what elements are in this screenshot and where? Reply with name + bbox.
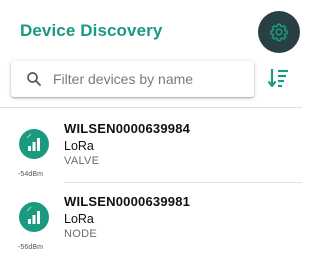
device-list-item[interactable]: -56dBm WILSEN0000639981 LoRa NODE	[0, 188, 302, 258]
sort-descending-icon[interactable]	[266, 66, 290, 90]
device-name: WILSEN0000639984	[64, 121, 191, 136]
signal-strength-label: -56dBm	[18, 244, 44, 251]
device-protocol: LoRa	[64, 212, 94, 226]
device-type: NODE	[64, 228, 97, 240]
signal-strength-icon	[26, 206, 40, 224]
list-divider	[64, 182, 302, 183]
device-list-item[interactable]: -54dBm WILSEN0000639984 LoRa VALVE	[0, 115, 302, 185]
device-avatar	[19, 129, 49, 159]
gear-icon	[270, 23, 288, 42]
settings-button[interactable]	[258, 11, 300, 53]
page-title: Device Discovery	[20, 21, 163, 40]
device-type: VALVE	[64, 155, 100, 167]
signal-strength-icon	[26, 133, 40, 151]
section-divider	[0, 107, 302, 108]
app-header: Device Discovery	[0, 0, 302, 56]
device-avatar	[19, 202, 49, 232]
search-icon	[27, 72, 41, 86]
device-name: WILSEN0000639981	[64, 194, 191, 209]
search-input[interactable]	[53, 61, 248, 97]
search-bar[interactable]	[11, 61, 254, 97]
signal-strength-label: -54dBm	[18, 171, 44, 178]
device-protocol: LoRa	[64, 139, 94, 153]
